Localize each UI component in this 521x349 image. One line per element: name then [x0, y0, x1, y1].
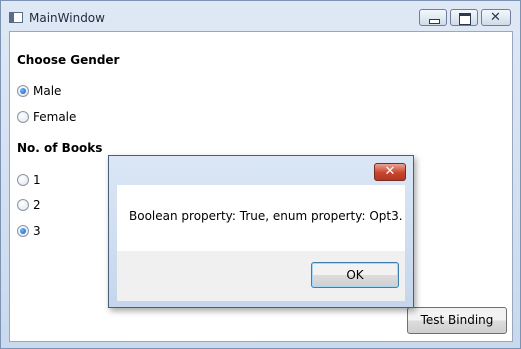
dialog-close-button[interactable]: ✕: [374, 163, 406, 181]
radio-button-icon[interactable]: [17, 174, 29, 186]
radio-button-icon[interactable]: [17, 111, 29, 123]
maximize-button[interactable]: [450, 9, 478, 26]
maximize-icon: [459, 13, 471, 25]
radio-button-icon[interactable]: [17, 225, 29, 237]
minimize-button[interactable]: [419, 9, 447, 26]
window-title: MainWindow: [29, 11, 105, 25]
radio-label: 3: [33, 224, 41, 238]
radio-label: 2: [33, 198, 41, 212]
close-icon: ✕: [490, 10, 501, 25]
dialog-button-bar: OK: [117, 251, 405, 301]
close-button[interactable]: ✕: [481, 9, 511, 26]
dialog-message-area: Boolean property: True, enum property: O…: [117, 185, 405, 251]
ok-button[interactable]: OK: [311, 262, 399, 288]
message-box-dialog: ✕ Boolean property: True, enum property:…: [108, 155, 414, 308]
title-bar[interactable]: MainWindow ✕: [1, 1, 520, 31]
dialog-message: Boolean property: True, enum property: O…: [129, 209, 403, 223]
books-heading: No. of Books: [17, 141, 103, 155]
radio-button-icon[interactable]: [17, 199, 29, 211]
radio-label: 1: [33, 173, 41, 187]
radio-button-icon[interactable]: [17, 85, 29, 97]
app-window-icon: [9, 12, 23, 23]
radio-label: Female: [33, 110, 77, 124]
test-binding-button[interactable]: Test Binding: [407, 307, 507, 334]
gender-heading: Choose Gender: [17, 53, 120, 67]
minimize-icon: [429, 19, 440, 24]
radio-label: Male: [33, 84, 62, 98]
